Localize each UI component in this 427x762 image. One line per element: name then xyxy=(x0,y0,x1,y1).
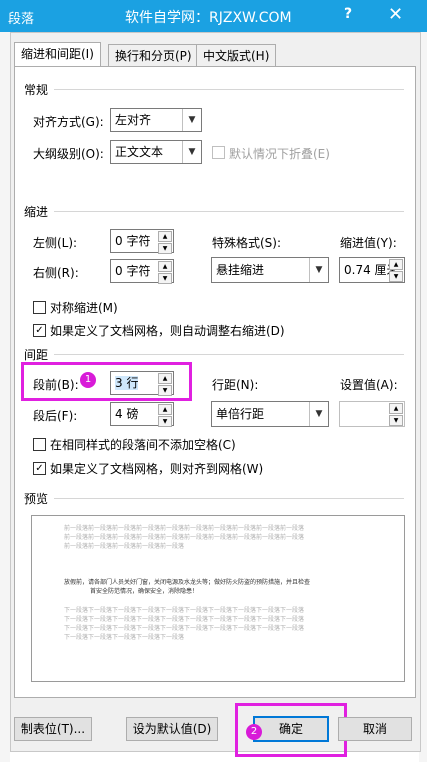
collapse-label: 默认情况下折叠(E) xyxy=(229,147,330,161)
spin-up-icon[interactable]: ▲ xyxy=(158,261,172,272)
spin-down-icon[interactable]: ▼ xyxy=(158,385,172,396)
indent-left-label: 左侧(L): xyxy=(33,236,78,250)
spacing-at-spinner[interactable]: ▲ ▼ xyxy=(339,401,405,427)
tab-label: 缩进和间距(I) xyxy=(21,47,94,61)
snap-to-grid-checkbox[interactable]: ✓ xyxy=(33,462,46,475)
space-after-spinner[interactable]: 4 磅 ▲ ▼ xyxy=(110,402,174,427)
chevron-down-icon: ▼ xyxy=(309,402,328,426)
outline-level-value: 正文文本 xyxy=(115,145,164,159)
no-space-same-style-checkbox[interactable] xyxy=(33,438,46,451)
chevron-down-icon: ▼ xyxy=(182,141,201,163)
snap-to-grid-label: 如果定义了文档网格，则对齐到网格(W) xyxy=(50,462,264,476)
line-spacing-value: 单倍行距 xyxy=(216,407,265,421)
line-spacing-select[interactable]: 单倍行距 ▼ xyxy=(211,401,329,427)
special-indent-value: 悬挂缩进 xyxy=(216,263,265,277)
space-before-value: 3 行 xyxy=(115,376,139,390)
cancel-button[interactable]: 取消 xyxy=(338,717,412,741)
divider xyxy=(54,354,404,355)
title-bar: 段落 软件自学网：RJZXW.COM ? ✕ xyxy=(0,0,427,32)
spin-down-icon[interactable]: ▼ xyxy=(158,243,172,254)
special-indent-label: 特殊格式(S): xyxy=(212,236,282,250)
indent-left-value: 0 字符 xyxy=(115,234,151,248)
space-before-label: 段前(B): xyxy=(33,378,79,392)
spacing-at-label: 设置值(A): xyxy=(340,378,398,392)
callout-badge-2: 2 xyxy=(246,724,262,740)
preview-box: 前一段落前一段落前一段落前一段落前一段落前一段落前一段落前一段落前一段落前一段落… xyxy=(31,515,405,682)
special-indent-select[interactable]: 悬挂缩进 ▼ xyxy=(211,257,329,283)
preview-next-line: 下一段落下一段落下一段落下一段落下一段落下一段落下一段落下一段落下一段落下一段落 xyxy=(64,607,305,614)
preview-prev-line: 前一段落前一段落前一段落前一段落前一段落 xyxy=(64,543,185,550)
indent-left-spinner[interactable]: 0 字符 ▲ ▼ xyxy=(110,229,174,254)
background-page-left xyxy=(0,32,10,762)
divider xyxy=(54,498,404,499)
chevron-down-icon: ▼ xyxy=(182,109,201,131)
auto-adjust-checkbox[interactable]: ✓ xyxy=(33,324,46,337)
tab-indents-spacing[interactable]: 缩进和间距(I) xyxy=(14,42,101,67)
ok-button[interactable]: 确定 xyxy=(253,716,329,742)
auto-adjust-label: 如果定义了文档网格，则自动调整右缩进(D) xyxy=(50,324,285,338)
tab-label: 换行和分页(P) xyxy=(115,49,192,63)
indent-by-label: 缩进值(Y): xyxy=(340,236,397,250)
preview-next-line: 下一段落下一段落下一段落下一段落下一段落 xyxy=(64,634,185,641)
indent-right-spinner[interactable]: 0 字符 ▲ ▼ xyxy=(110,259,174,284)
tabs-button[interactable]: 制表位(T)... xyxy=(14,717,92,741)
preview-sample-line: 首安全防范情况，确保安全，消除隐患！ xyxy=(90,588,199,595)
spin-up-icon[interactable]: ▲ xyxy=(389,259,403,270)
spin-down-icon[interactable]: ▼ xyxy=(158,416,172,427)
spin-down-icon[interactable]: ▼ xyxy=(389,271,403,282)
alignment-select[interactable]: 左对齐 ▼ xyxy=(110,108,202,132)
divider xyxy=(54,89,404,90)
spin-up-icon[interactable]: ▲ xyxy=(158,231,172,242)
spin-up-icon[interactable]: ▲ xyxy=(158,404,172,415)
watermark-text: 软件自学网：RJZXW.COM xyxy=(125,10,292,26)
close-icon[interactable]: ✕ xyxy=(388,4,403,25)
divider xyxy=(54,211,404,212)
collapse-checkbox[interactable] xyxy=(212,146,225,159)
alignment-label: 对齐方式(G): xyxy=(33,115,104,129)
spin-down-icon[interactable]: ▼ xyxy=(389,415,403,426)
section-spacing-heading: 间距 xyxy=(24,348,49,362)
outline-level-select[interactable]: 正文文本 ▼ xyxy=(110,140,202,164)
space-before-spinner[interactable]: 3 行 ▲ ▼ xyxy=(110,371,174,396)
section-general-heading: 常规 xyxy=(24,83,49,97)
preview-prev-line: 前一段落前一段落前一段落前一段落前一段落前一段落前一段落前一段落前一段落前一段落 xyxy=(64,525,305,532)
no-space-same-style-label: 在相同样式的段落间不添加空格(C) xyxy=(50,438,236,452)
tab-label: 中文版式(H) xyxy=(203,49,270,63)
spin-up-icon[interactable]: ▲ xyxy=(389,403,403,414)
preview-next-line: 下一段落下一段落下一段落下一段落下一段落下一段落下一段落下一段落下一段落下一段落 xyxy=(64,625,305,632)
spin-down-icon[interactable]: ▼ xyxy=(158,273,172,284)
preview-prev-line: 前一段落前一段落前一段落前一段落前一段落前一段落前一段落前一段落前一段落前一段落 xyxy=(64,534,305,541)
mirror-indents-label: 对称缩进(M) xyxy=(50,301,118,315)
tab-asian-typography[interactable]: 中文版式(H) xyxy=(196,44,277,67)
preview-sample-line: 放假前，请各部门人员关好门窗，关闭电源及水龙头等；做好防火防盗的预防措施，并且检… xyxy=(64,579,311,586)
alignment-value: 左对齐 xyxy=(115,113,152,127)
mirror-indents-checkbox[interactable] xyxy=(33,301,46,314)
indent-by-spinner[interactable]: 0.74 厘米 ▲ ▼ xyxy=(339,257,405,283)
space-after-label: 段后(F): xyxy=(33,409,78,423)
set-default-button[interactable]: 设为默认值(D) xyxy=(126,717,218,741)
space-after-value: 4 磅 xyxy=(115,407,139,421)
indent-right-value: 0 字符 xyxy=(115,264,151,278)
help-icon[interactable]: ? xyxy=(344,6,352,22)
chevron-down-icon: ▼ xyxy=(309,258,328,282)
section-preview-heading: 预览 xyxy=(24,492,49,506)
preview-next-line: 下一段落下一段落下一段落下一段落下一段落下一段落下一段落下一段落下一段落下一段落 xyxy=(64,616,305,623)
tab-line-page-breaks[interactable]: 换行和分页(P) xyxy=(108,44,199,67)
section-indent-heading: 缩进 xyxy=(24,205,49,219)
outline-level-label: 大纲级别(O): xyxy=(33,147,104,161)
callout-badge-1: 1 xyxy=(80,372,96,388)
indent-right-label: 右侧(R): xyxy=(33,266,79,280)
dialog-title: 段落 xyxy=(8,12,35,27)
line-spacing-label: 行距(N): xyxy=(212,378,259,392)
spin-up-icon[interactable]: ▲ xyxy=(158,373,172,384)
